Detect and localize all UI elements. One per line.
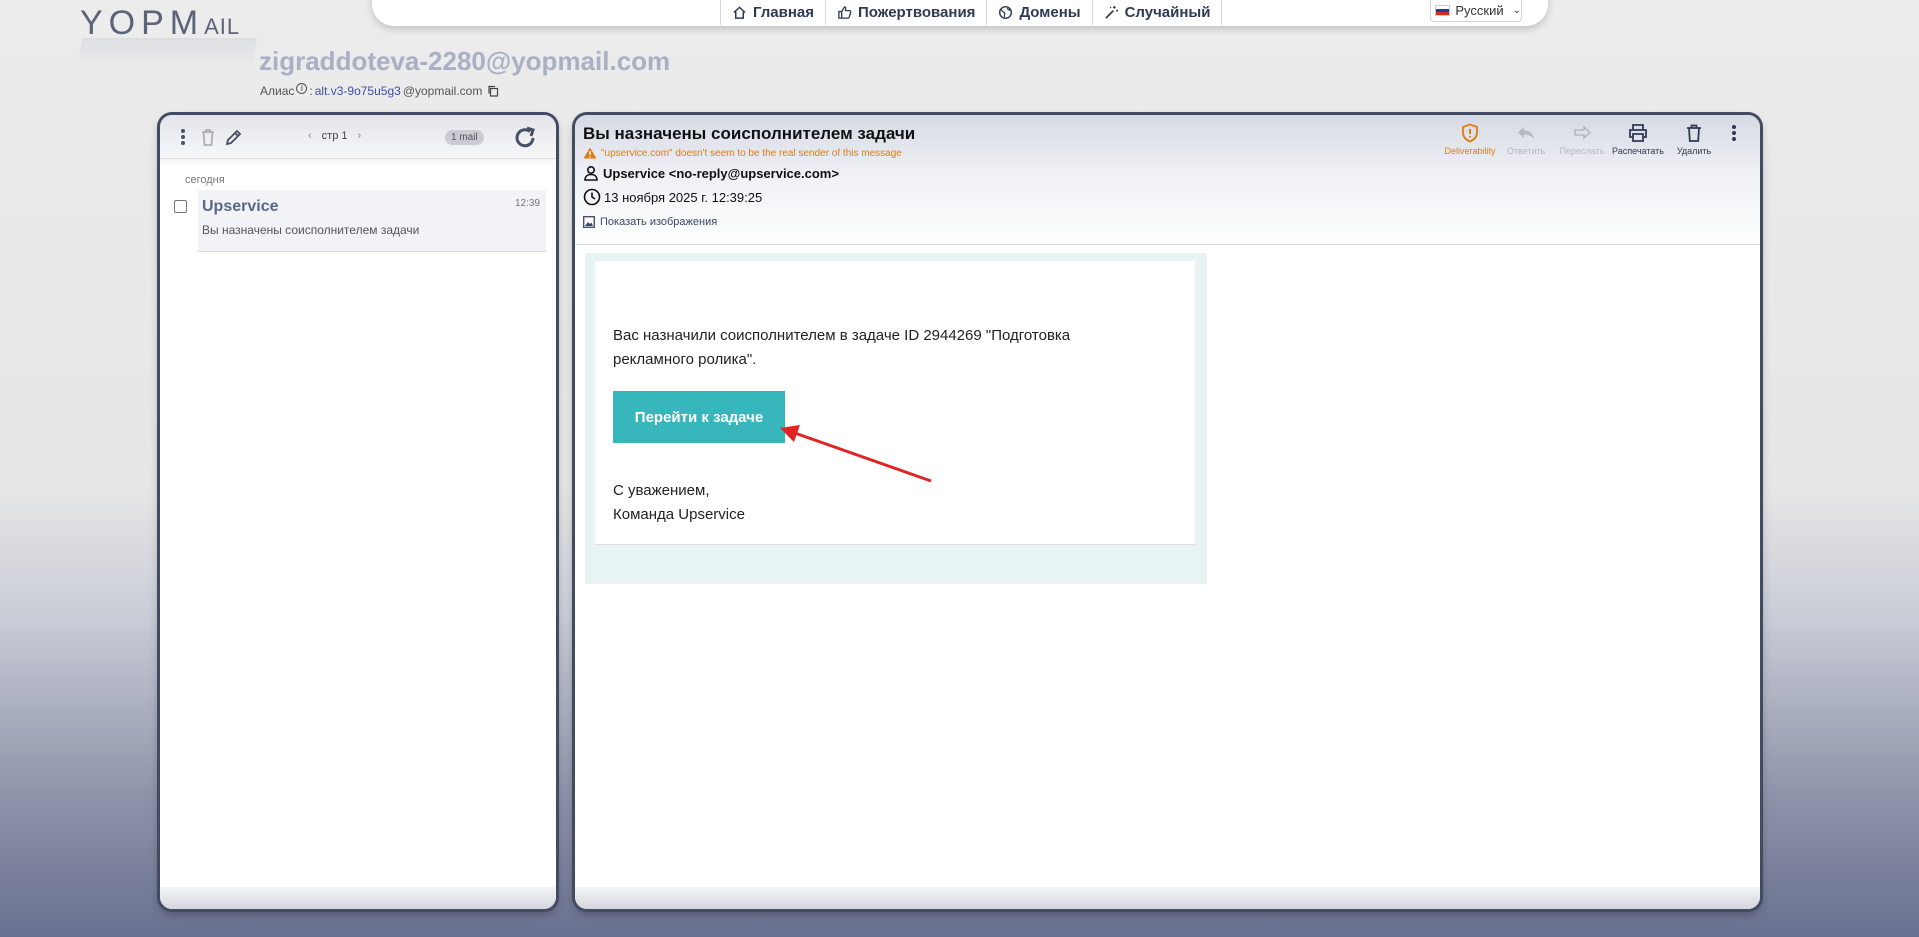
mail-time: 12:39 <box>514 198 540 209</box>
message-card: Вас назначили соисполнителем в задаче ID… <box>595 261 1195 545</box>
chevron-left-icon[interactable]: ‹ <box>308 130 312 142</box>
reply-icon <box>1518 127 1534 139</box>
thumbs-up-icon <box>838 6 852 19</box>
logo-text-main: YOPM <box>80 4 205 42</box>
message-text: Вас назначили соисполнителем в задаче ID… <box>613 327 1071 368</box>
signature-line-1: С уважением, <box>613 482 710 499</box>
mail-count-badge: 1 mail <box>445 130 484 145</box>
nav-home-label: Главная <box>753 4 815 21</box>
go-to-task-button[interactable]: Перейти к задаче <box>613 391 785 443</box>
message-header: Вы назначены соисполнителем задачи "upse… <box>575 115 1760 245</box>
message-panel-footer <box>575 887 1760 909</box>
deliverability-label: Deliverability <box>1444 146 1496 156</box>
list-item[interactable]: Upservice Вы назначены соисполнителем за… <box>198 190 546 252</box>
warning-icon <box>583 147 597 159</box>
magic-wand-icon <box>1104 5 1118 19</box>
nav-home[interactable]: Главная <box>720 0 825 25</box>
nav-random-label: Случайный <box>1124 4 1211 21</box>
mail-sender: Upservice <box>202 198 279 215</box>
home-icon <box>733 6 746 19</box>
alias-link[interactable]: alt.v3-9o75u5g3 <box>315 84 401 98</box>
day-group-label: сегодня <box>185 174 225 186</box>
mail-checkbox[interactable] <box>174 200 187 213</box>
show-images-link[interactable]: Показать изображения <box>583 216 717 228</box>
alias-row: Алиас i : alt.v3-9o75u5g3 @yopmail.com <box>260 82 499 98</box>
message-date: 13 ноября 2025 г. 12:39:25 <box>583 188 762 206</box>
message-date-text: 13 ноября 2025 г. 12:39:25 <box>604 189 763 205</box>
nav-random[interactable]: Случайный <box>1091 0 1223 25</box>
message-actions: Deliverability Ответить Переслать Распеч… <box>1442 123 1746 156</box>
copy-icon[interactable] <box>487 85 499 97</box>
print-label: Распечатать <box>1612 146 1664 156</box>
sender-warning: "upservice.com" doesn't seem to be the r… <box>583 147 902 159</box>
page-label: стр 1 <box>321 130 348 142</box>
print-icon <box>1629 124 1647 142</box>
deliverability-button[interactable]: Deliverability <box>1442 123 1498 156</box>
delete-button[interactable]: Удалить <box>1666 123 1722 156</box>
alias-label: Алиас <box>260 84 295 98</box>
nav-donations-label: Пожертвования <box>858 4 976 21</box>
nav-domains[interactable]: Домены <box>986 0 1091 25</box>
forward-button[interactable]: Переслать <box>1554 123 1610 156</box>
nav-domains-label: Домены <box>1019 4 1081 21</box>
shield-alert-icon <box>1462 123 1478 143</box>
alias-colon: : <box>309 84 313 98</box>
refresh-icon[interactable] <box>512 125 538 151</box>
chevron-right-icon[interactable]: › <box>358 130 362 142</box>
annotation-arrow-icon <box>780 425 932 483</box>
user-icon <box>584 165 598 181</box>
language-select[interactable]: Русский ⌄ <box>1430 0 1522 22</box>
mail-subject: Вы назначены соисполнителем задачи <box>202 223 420 237</box>
logo-reflection <box>78 38 257 66</box>
pencil-icon[interactable] <box>224 127 244 147</box>
forward-label: Переслать <box>1559 146 1605 156</box>
russia-flag-icon <box>1435 5 1451 16</box>
clock-icon <box>583 188 601 206</box>
show-images-label: Показать изображения <box>600 216 718 228</box>
nav-donations[interactable]: Пожертвования <box>825 0 986 25</box>
globe-icon <box>999 5 1013 20</box>
trash-icon[interactable] <box>200 127 216 147</box>
logo-text-tail: AIL <box>204 14 241 39</box>
forward-icon <box>1574 125 1592 140</box>
reply-label: Ответить <box>1506 146 1546 156</box>
signature-line-2: Команда Upservice <box>613 506 745 523</box>
delete-label: Удалить <box>1676 146 1712 156</box>
inbox-panel: ‹ стр 1 › 1 mail сегодня Upservice Вы на… <box>160 115 556 909</box>
sender-warning-text: "upservice.com" doesn't seem to be the r… <box>601 147 902 159</box>
kebab-menu-icon[interactable] <box>180 127 186 147</box>
alias-domain: @yopmail.com <box>402 84 483 98</box>
kebab-menu-icon <box>1732 125 1736 141</box>
message-sender: Upservice <no-reply@upservice.com> <box>583 165 839 181</box>
message-panel: Вы назначены соисполнителем задачи "upse… <box>575 115 1760 909</box>
reply-button[interactable]: Ответить <box>1498 123 1554 156</box>
chevron-down-icon: ⌄ <box>1512 5 1521 16</box>
pager: ‹ стр 1 › <box>308 130 361 142</box>
info-icon[interactable]: i <box>296 82 308 94</box>
message-body: Вас назначили соисполнителем в задаче ID… <box>585 253 1207 584</box>
image-icon <box>583 216 595 228</box>
message-subject: Вы назначены соисполнителем задачи <box>583 124 916 143</box>
signature: С уважением, Команда Upservice <box>613 479 745 527</box>
main-nav: Главная Пожертвования Домены Случайный <box>720 0 1223 26</box>
inbox-toolbar: ‹ стр 1 › 1 mail <box>160 115 556 159</box>
language-label: Русский <box>1455 3 1504 18</box>
message-sender-text: Upservice <no-reply@upservice.com> <box>603 165 839 181</box>
inbox-panel-footer <box>160 887 556 909</box>
print-button[interactable]: Распечатать <box>1610 123 1666 156</box>
trash-icon <box>1687 124 1701 142</box>
more-actions-button[interactable] <box>1722 123 1746 156</box>
mailbox-address: zigraddoteva-2280@yopmail.com <box>259 46 671 76</box>
